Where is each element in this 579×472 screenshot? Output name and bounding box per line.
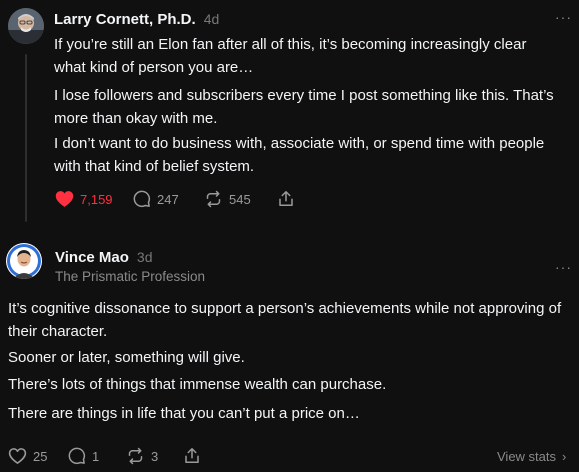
share-icon [185,448,199,463]
comment-icon [68,447,86,465]
heart-filled-icon [55,191,74,207]
avatar[interactable] [6,243,42,279]
post-paragraph: It’s cognitive dissonance to support a p… [8,300,562,340]
repost-icon [206,190,221,208]
comment-count: 1 [92,448,100,464]
heart-icon [8,448,27,464]
post-larry-cornett: Larry Cornett, Ph.D. 4d ··· If you’re sti… [0,0,579,226]
post-paragraph: There are things in life that you can’t … [8,405,360,422]
share-icon [279,191,293,206]
repost-icon [128,447,143,465]
chevron-right-icon: › [562,449,567,464]
author-name-text[interactable]: Vince Mao [55,249,129,266]
like-button[interactable]: 25 [8,447,47,465]
post-paragraph: I don’t want to do business with, associ… [54,135,545,175]
reply-button[interactable]: 1 [68,447,99,465]
reply-button[interactable]: 247 [133,190,179,208]
author-subtitle: The Prismatic Profession [55,269,206,284]
repost-count: 3 [151,448,159,464]
avatar[interactable] [8,8,44,44]
like-button[interactable]: 7,159 [55,190,113,208]
repost-button[interactable]: 3 [126,447,158,465]
author-name[interactable]: Larry Cornett, Ph.D. 4d [54,11,219,28]
like-count: 7,159 [80,191,113,207]
like-count: 25 [33,448,48,464]
author-name[interactable]: Vince Mao 3d [55,249,153,266]
more-options-icon[interactable]: ··· [555,9,572,25]
post-paragraph: If you’re still an Elon fan after all of… [54,36,527,76]
comment-icon [133,190,151,208]
author-name-text[interactable]: Larry Cornett, Ph.D. [54,11,196,28]
avatar-image [6,243,42,279]
comment-count: 247 [157,191,179,207]
thread-line [25,54,27,222]
repost-button[interactable]: 545 [204,190,251,208]
post-paragraph: I lose followers and subscribers every t… [54,87,554,127]
avatar-image [8,8,44,44]
post-paragraph: There’s lots of things that immense weal… [8,376,387,393]
more-options-icon[interactable]: ··· [555,259,572,275]
share-button[interactable] [277,189,295,208]
repost-count: 545 [229,191,251,207]
timestamp: 3d [136,249,153,265]
view-stats-label[interactable]: View stats [497,449,556,464]
view-stats-link[interactable]: View stats › [497,449,566,464]
share-button[interactable] [183,446,201,465]
timestamp: 4d [203,11,220,27]
post-paragraph: Sooner or later, something will give. [8,349,245,366]
